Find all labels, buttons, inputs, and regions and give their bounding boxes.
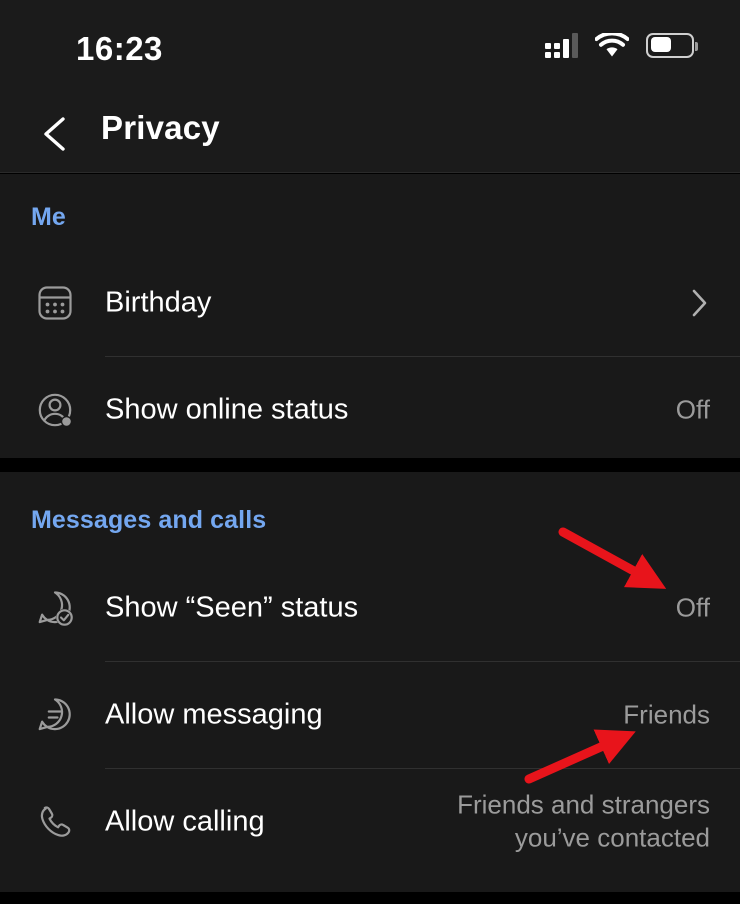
battery-icon: [646, 32, 698, 58]
row-show-seen-status[interactable]: Show “Seen” status Off: [0, 555, 740, 661]
row-value-show-online-status: Off: [675, 394, 710, 425]
row-show-online-status[interactable]: Show online status Off: [0, 357, 740, 463]
chat-bubble-check-icon: [29, 582, 81, 634]
row-allow-messaging[interactable]: Allow messaging Friends: [0, 662, 740, 768]
row-label-allow-calling: Allow calling: [105, 805, 265, 838]
cellular-signal-icon: [545, 32, 578, 58]
chat-bubble-lines-icon: [29, 689, 81, 741]
status-icons: [545, 30, 698, 58]
row-label-birthday: Birthday: [105, 286, 212, 319]
chevron-right-icon: [687, 286, 711, 320]
row-value-allow-calling: Friends and strangers you’ve contacted: [457, 789, 710, 853]
row-birthday[interactable]: Birthday: [0, 250, 740, 356]
row-label-show-seen-status: Show “Seen” status: [105, 591, 359, 624]
row-value-allow-messaging: Friends: [623, 699, 710, 730]
row-label-allow-messaging: Allow messaging: [105, 698, 323, 731]
row-allow-calling[interactable]: Allow calling Friends and strangers you’…: [0, 769, 740, 875]
section-header-messages-and-calls: Messages and calls: [31, 506, 267, 534]
row-value-show-seen-status: Off: [675, 592, 710, 623]
bottom-bezel: [0, 892, 740, 904]
back-chevron-icon[interactable]: [36, 111, 80, 157]
section-messages-and-calls: Messages and calls Show “Seen” status Of…: [0, 472, 740, 892]
page-title: Privacy: [101, 109, 220, 146]
navigation-bar: Privacy: [0, 95, 740, 173]
battery-fill: [650, 37, 671, 52]
section-me: Me Birthday Show online status Off: [0, 174, 740, 458]
status-bar: 16:23: [0, 0, 740, 95]
phone-screen: 16:23 Privacy Me Birthday Show online st…: [0, 0, 740, 904]
wifi-icon: [594, 30, 630, 58]
status-time: 16:23: [76, 30, 163, 67]
row-label-show-online-status: Show online status: [105, 393, 349, 426]
section-header-me: Me: [31, 203, 66, 231]
phone-handset-icon: [29, 796, 81, 848]
person-status-icon: [29, 384, 81, 436]
calendar-icon: [29, 277, 81, 329]
